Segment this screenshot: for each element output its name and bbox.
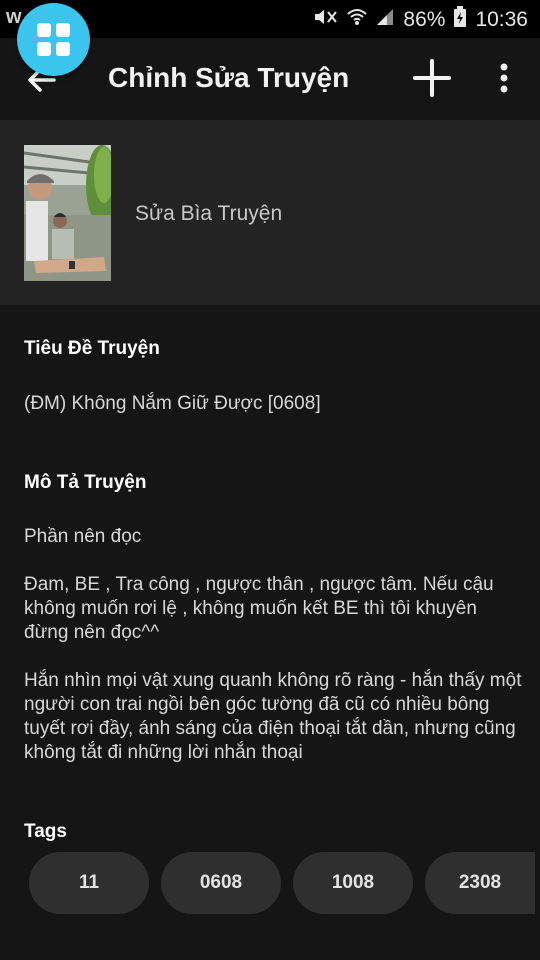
description-paragraph: Hắn nhìn mọi vật xung quanh không rõ ràn… <box>24 670 522 763</box>
grid-icon <box>37 23 70 56</box>
edit-cover-label: Sửa Bìa Truyện <box>135 202 283 225</box>
story-title-label: Tiêu Đề Truyện <box>24 338 160 359</box>
wifi-icon <box>347 7 368 33</box>
page-title: Chỉnh Sửa Truyện <box>108 62 350 93</box>
mute-icon <box>313 7 339 33</box>
tag-chip[interactable]: 0608 <box>161 852 281 914</box>
battery-charging-icon <box>453 6 467 34</box>
description-paragraph: Phần nên đọc <box>24 526 142 547</box>
floating-apps-button[interactable] <box>17 3 90 76</box>
story-description-label: Mô Tả Truyện <box>24 472 147 493</box>
tag-chip[interactable]: 2308 <box>425 852 535 914</box>
battery-percent: 86% <box>403 8 446 31</box>
tag-chip[interactable]: 11 <box>29 852 149 914</box>
status-icons: 86% 10:36 <box>313 6 528 34</box>
signal-icon <box>375 7 395 33</box>
clock: 10:36 <box>475 8 528 31</box>
tags-list: 11 0608 1008 2308 <box>29 852 535 914</box>
story-description-field[interactable]: Phần nên đọc Đam, BE , Tra công , ngược … <box>24 525 524 789</box>
more-vert-icon[interactable] <box>492 58 516 98</box>
cover-image[interactable] <box>24 145 111 281</box>
description-paragraph: Đam, BE , Tra công , ngược thân , ngược … <box>24 574 494 643</box>
tags-label: Tags <box>24 821 67 842</box>
story-title-field[interactable]: (ĐM) Không Nắm Giữ Được [0608] <box>24 392 524 416</box>
edit-cover-row[interactable]: Sửa Bìa Truyện <box>0 120 540 305</box>
tag-chip[interactable]: 1008 <box>293 852 413 914</box>
add-icon[interactable] <box>412 58 452 98</box>
